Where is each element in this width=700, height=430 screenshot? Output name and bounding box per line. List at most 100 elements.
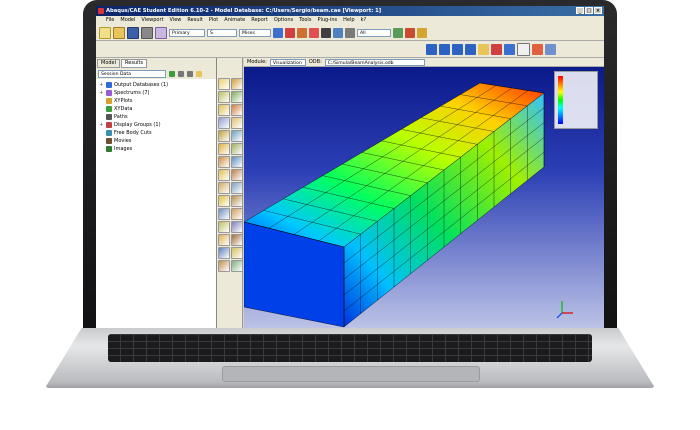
toolbox-tool-icon[interactable] [218,260,230,272]
view-front-icon[interactable] [426,43,437,55]
arrow-icon[interactable] [504,43,515,55]
menu-plugins[interactable]: Plug-ins [317,16,337,25]
tree-item[interactable]: + Display Groups (1) [99,121,213,129]
toolbox-tool-icon[interactable] [218,143,230,155]
save-icon[interactable] [127,26,139,39]
field-select[interactable]: S [207,28,237,37]
tab-results[interactable]: Results [121,59,148,68]
odb-select[interactable]: C:/Simula/BeamAnalysis.odb [324,58,425,66]
tree-item[interactable]: + Spectrums (7) [99,89,213,97]
toolbox-tool-icon[interactable] [231,156,243,168]
context-help-menu[interactable]: k? [361,16,367,25]
toolbox-tool-icon[interactable] [231,130,243,142]
tree-item[interactable]: Images [99,145,213,153]
tab-model[interactable]: Model [97,59,121,68]
toolbox-tool-icon[interactable] [231,182,243,194]
menu-report[interactable]: Report [251,16,268,25]
toolbox-tool-icon[interactable] [218,247,230,259]
fit-view-icon[interactable] [321,27,331,38]
tree-item[interactable]: Paths [99,113,213,121]
menu-help[interactable]: Help [343,16,354,25]
toolbox-tool-icon[interactable] [218,78,230,90]
step-select[interactable]: Primary [169,28,205,37]
expand-toggle[interactable]: + [99,122,104,128]
text-annotation-icon[interactable] [517,42,530,56]
toolbox-tool-icon[interactable] [218,182,230,194]
triad-icon[interactable] [545,43,556,55]
menu-model[interactable]: Model [120,16,135,25]
module-select[interactable]: Visualization [269,58,306,66]
menu-file[interactable]: File [106,16,114,25]
new-file-icon[interactable] [99,26,111,39]
maximize-button[interactable]: □ [585,7,593,14]
refresh-icon[interactable] [178,71,184,77]
menu-viewport[interactable]: Viewport [141,16,163,25]
cycle-views-icon[interactable] [333,27,343,38]
toolbox-tool-icon[interactable] [218,156,230,168]
render-wire-icon[interactable] [491,43,502,55]
toolbox-tool-icon[interactable] [218,234,230,246]
toolbox-tool-icon[interactable] [218,208,230,220]
view-top-icon[interactable] [452,43,463,55]
tree-item[interactable]: Movies [99,137,213,145]
display-group-icon[interactable] [405,27,415,38]
expand-icon[interactable] [187,71,193,77]
tree-item[interactable]: + Output Databases (1) [99,81,213,89]
query-icon[interactable] [393,27,403,38]
toolbox-tool-icon[interactable] [231,221,243,233]
abaqus-logo-icon [98,7,104,14]
pan-icon[interactable] [273,27,283,38]
toolbox-tool-icon[interactable] [231,143,243,155]
menu-tools[interactable]: Tools [299,16,311,25]
view-iso-icon[interactable] [465,43,476,55]
close-button[interactable]: × [594,7,602,14]
select-icon[interactable] [345,27,355,38]
tree-item[interactable]: XYPlots [99,97,213,105]
toolbox-tool-icon[interactable] [231,234,243,246]
toolbox-tool-icon[interactable] [231,78,243,90]
minimize-button[interactable]: _ [576,7,584,14]
tree-item[interactable]: XYData [99,105,213,113]
magnify-icon[interactable] [297,27,307,38]
rotate-icon[interactable] [285,27,295,38]
toolbox-tool-icon[interactable] [231,91,243,103]
render-shaded-icon[interactable] [478,43,489,55]
menu-animate[interactable]: Animate [224,16,245,25]
view-back-icon[interactable] [439,43,450,55]
grid-icon[interactable] [155,26,167,39]
color-code-icon[interactable] [417,27,427,38]
toolbox-tool-icon[interactable] [231,247,243,259]
bulb-icon[interactable] [196,71,202,77]
toolbox-tool-icon[interactable] [231,169,243,181]
print-icon[interactable] [141,26,153,39]
toolbox-tool-icon[interactable] [218,221,230,233]
model-tree-panel: Model Results Session Data + Output Datab… [96,58,217,328]
filter-icon[interactable] [169,71,175,77]
viewport[interactable] [244,67,604,328]
toolbox-tool-icon[interactable] [231,195,243,207]
toolbox-tool-icon[interactable] [218,104,230,116]
toolbox-tool-icon[interactable] [218,117,230,129]
session-data-select[interactable]: Session Data [98,70,166,78]
toolbox-tool-icon[interactable] [231,117,243,129]
toolbox-tool-icon[interactable] [218,169,230,181]
toolbox-tool-icon[interactable] [218,91,230,103]
tree-node-icon [106,106,112,112]
menu-plot[interactable]: Plot [209,16,218,25]
menu-options[interactable]: Options [274,16,293,25]
menu-result[interactable]: Result [187,16,202,25]
expand-toggle[interactable]: + [99,82,104,88]
render-style-select[interactable]: All [357,28,391,37]
toolbox-tool-icon[interactable] [231,208,243,220]
menu-view[interactable]: View [170,16,182,25]
open-folder-icon[interactable] [113,26,125,39]
toolbox-tool-icon[interactable] [231,260,243,272]
toolbox-tool-icon[interactable] [218,195,230,207]
toolbox-tool-icon[interactable] [231,104,243,116]
toolbox-tool-icon[interactable] [218,130,230,142]
tree-item[interactable]: Free Body Cuts [99,129,213,137]
zoom-box-icon[interactable] [309,27,319,38]
annotation-arrow-icon[interactable] [532,43,543,55]
invariant-select[interactable]: Mises [239,28,271,37]
expand-toggle[interactable]: + [99,90,104,96]
